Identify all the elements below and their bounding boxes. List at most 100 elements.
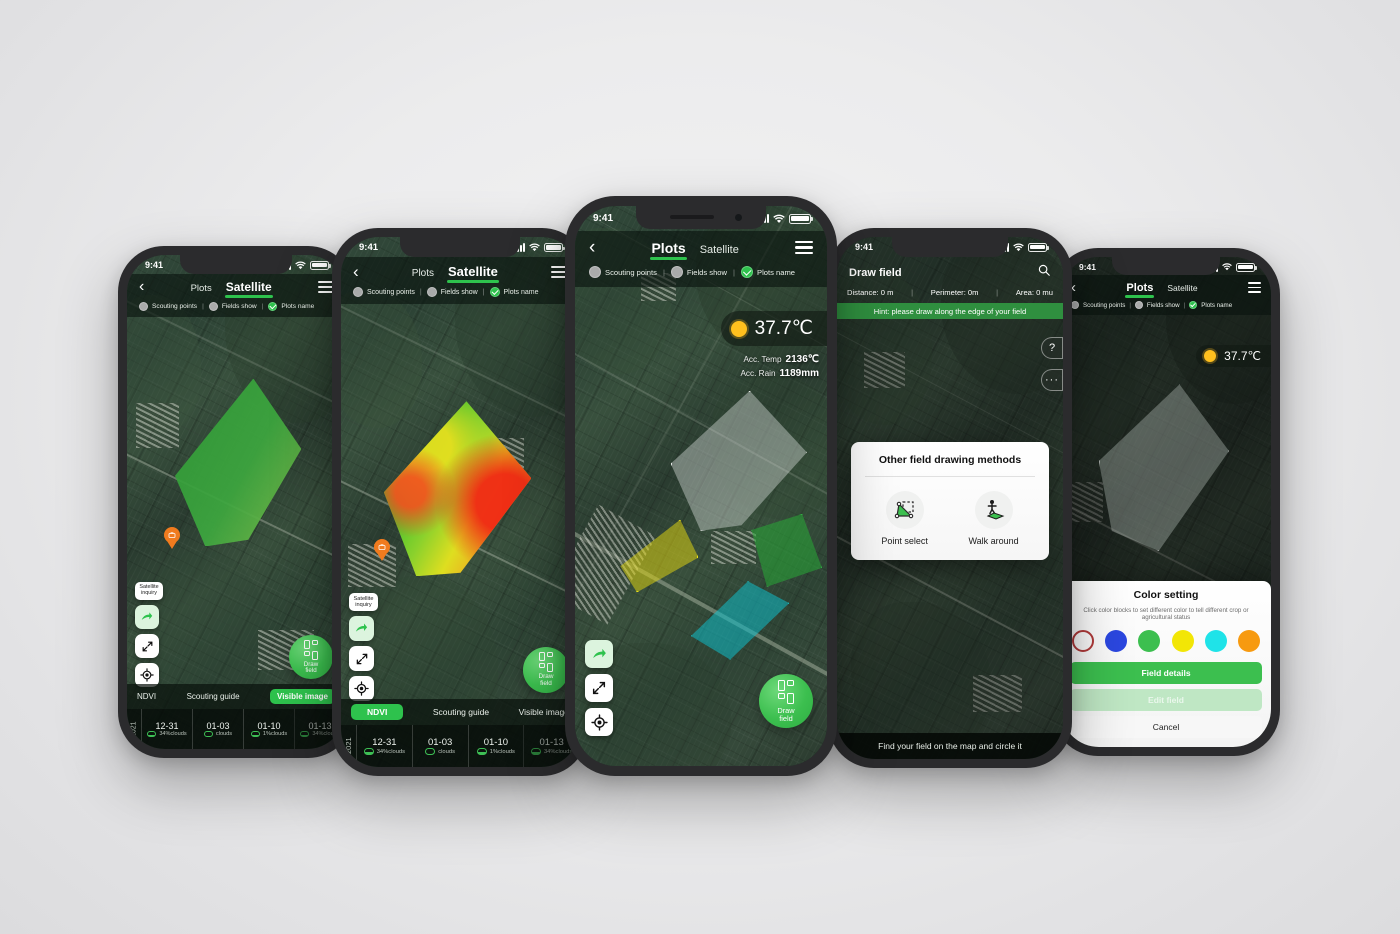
- toggle-fields-show-1[interactable]: Fields show: [208, 302, 257, 311]
- bottom-tab-scouting-guide-2[interactable]: Scouting guide: [433, 707, 489, 717]
- timeline-cell[interactable]: 01-03 clouds: [192, 709, 243, 749]
- swatch-none[interactable]: [1072, 630, 1094, 652]
- toggle-fields-show-3[interactable]: Fields show: [670, 266, 728, 278]
- satellite-inquiry-button-2[interactable]: Satellite inquiry: [349, 592, 378, 611]
- bottom-tab-visible-image-1[interactable]: Visible image: [270, 689, 335, 704]
- phone-3-screen: 9:41 ‹ Plots Satellite Scouting points |…: [575, 206, 827, 766]
- metric-area: Area: 0 mu: [1015, 288, 1053, 297]
- timeline-cell[interactable]: 12-31 34%clouds: [141, 709, 192, 749]
- swatch-blue[interactable]: [1105, 630, 1128, 652]
- tab-satellite-5[interactable]: Satellite: [1167, 283, 1197, 293]
- toggle-plots-name-1[interactable]: Plots name: [268, 302, 314, 311]
- swatch-yellow[interactable]: [1171, 630, 1194, 652]
- timeline-2[interactable]: 2021 12-31 34%clouds 01-03 clouds 01-10: [341, 725, 579, 767]
- map-village: [135, 403, 180, 448]
- timeline-1[interactable]: 2021 12-31 34%clouds 01-03 clouds 01-10: [127, 709, 345, 749]
- more-dots-icon-4[interactable]: ···: [1041, 369, 1063, 391]
- help-question-icon-4[interactable]: ?: [1041, 337, 1063, 359]
- bottom-tab-ndvi-1[interactable]: NDVI: [137, 692, 156, 701]
- bottom-hint-text: Find your field on the map and circle it: [878, 741, 1022, 751]
- search-glyph: [1038, 264, 1050, 276]
- hamburger-menu-icon-1[interactable]: [317, 281, 333, 293]
- phone-4-screen: 9:41 Draw field Distance: 0 m | Perimete…: [837, 237, 1063, 759]
- toggle-label: Scouting points: [1083, 301, 1126, 309]
- hamburger-menu-icon-5[interactable]: [1248, 282, 1261, 293]
- locate-target-icon-3[interactable]: [585, 708, 613, 736]
- other-drawing-methods-modal[interactable]: Other field drawing methods Point select: [851, 442, 1049, 560]
- swatch-green[interactable]: [1138, 630, 1161, 652]
- timeline-clouds: 1%clouds: [476, 748, 515, 755]
- back-button-3[interactable]: ‹: [589, 238, 595, 257]
- scouting-point-marker-1[interactable]: [164, 526, 181, 549]
- divider: |: [996, 288, 999, 297]
- back-button-1[interactable]: ‹: [139, 279, 144, 295]
- search-icon-4[interactable]: [1037, 263, 1051, 282]
- draw-field-fab-1[interactable]: Draw field: [289, 635, 333, 679]
- tab-satellite-1[interactable]: Satellite: [224, 280, 273, 298]
- tab-plots-5[interactable]: Plots: [1125, 282, 1155, 298]
- locate-target-icon-2[interactable]: [349, 676, 374, 701]
- share-arrow-icon-3[interactable]: [585, 640, 613, 668]
- toggle-scouting-points-2[interactable]: Scouting points: [353, 287, 415, 297]
- field-details-button[interactable]: Field details: [1070, 662, 1262, 684]
- cancel-button[interactable]: Cancel: [1070, 716, 1262, 738]
- scouting-point-marker-2[interactable]: [374, 539, 391, 562]
- timeline-date: 12-31: [155, 721, 179, 731]
- timeline-date: 01-10: [483, 737, 509, 749]
- metric-distance: Distance: 0 m: [847, 288, 894, 297]
- timeline-cell[interactable]: 01-10 1%clouds: [243, 709, 294, 749]
- swatch-cyan[interactable]: [1204, 630, 1227, 652]
- share-arrow-icon-1[interactable]: [135, 605, 159, 629]
- satellite-inquiry-button-1[interactable]: Satellite inquiry: [135, 582, 163, 600]
- toggle-plots-name-5[interactable]: Plots name: [1189, 301, 1232, 309]
- tab-plots-1[interactable]: Plots: [191, 283, 212, 294]
- draw-field-title: Draw field: [849, 266, 902, 279]
- tab-plots-3[interactable]: Plots: [650, 240, 687, 260]
- status-time: 9:41: [359, 242, 379, 253]
- toggle-fields-show-2[interactable]: Fields show: [426, 287, 478, 297]
- status-time: 9:41: [1079, 262, 1097, 272]
- toggle-plots-name-3[interactable]: Plots name: [741, 266, 795, 278]
- bottom-tab-scouting-guide-1[interactable]: Scouting guide: [187, 692, 240, 701]
- expand-arrows-icon-3[interactable]: [585, 674, 613, 702]
- draw-field-fab-3[interactable]: Draw field: [759, 674, 813, 728]
- locate-glyph: [354, 681, 369, 696]
- divider: |: [911, 288, 914, 297]
- share-arrow-icon-2[interactable]: [349, 616, 374, 641]
- expand-arrows-icon-2[interactable]: [349, 646, 374, 671]
- tab-satellite-3[interactable]: Satellite: [700, 244, 739, 256]
- cloud-icon: [363, 748, 374, 755]
- title-tabs-2: Plots Satellite: [412, 264, 499, 283]
- timeline-cell[interactable]: 12-31 34%clouds: [356, 725, 412, 767]
- battery-icon: [310, 260, 331, 270]
- timeline-cell[interactable]: 01-10 1%clouds: [467, 725, 524, 767]
- method-walk-around[interactable]: Walk around: [968, 491, 1019, 546]
- toggle-scouting-points-1[interactable]: Scouting points: [139, 302, 197, 311]
- edit-field-button[interactable]: Edit field: [1070, 689, 1262, 711]
- swatch-orange[interactable]: [1237, 630, 1260, 652]
- bottom-tab-visible-image-2[interactable]: Visible image: [519, 707, 569, 717]
- draw-field-fab-2[interactable]: Draw field: [523, 647, 569, 693]
- battery-icon: [544, 243, 565, 252]
- tab-plots-2[interactable]: Plots: [412, 268, 434, 279]
- bottom-tab-ndvi-2[interactable]: NDVI: [351, 704, 404, 720]
- toggle-fields-show-5[interactable]: Fields show: [1134, 301, 1180, 309]
- toggle-label: Fields show: [686, 267, 728, 277]
- tab-satellite-2[interactable]: Satellite: [447, 264, 499, 283]
- status-time: 9:41: [145, 260, 164, 270]
- hamburger-menu-icon-3[interactable]: [794, 241, 813, 254]
- battery-icon: [1236, 262, 1257, 272]
- toggle-dot-icon: [426, 287, 437, 297]
- color-setting-sheet[interactable]: Color setting Click color blocks to set …: [1061, 580, 1271, 747]
- method-point-select[interactable]: Point select: [881, 491, 928, 546]
- expand-glyph: [592, 681, 606, 695]
- toggle-dot-checked-icon: [489, 287, 500, 297]
- expand-arrows-icon-1[interactable]: [135, 634, 159, 658]
- toggle-scouting-points-3[interactable]: Scouting points: [589, 266, 657, 278]
- toggle-scouting-points-5[interactable]: Scouting points: [1071, 301, 1125, 309]
- nav-row-5: ‹ Plots Satellite: [1071, 280, 1261, 298]
- timeline-cell[interactable]: 01-03 clouds: [411, 725, 468, 767]
- toggle-plots-name-2[interactable]: Plots name: [489, 287, 539, 297]
- back-button-2[interactable]: ‹: [353, 263, 359, 280]
- wifi-icon: [529, 243, 540, 252]
